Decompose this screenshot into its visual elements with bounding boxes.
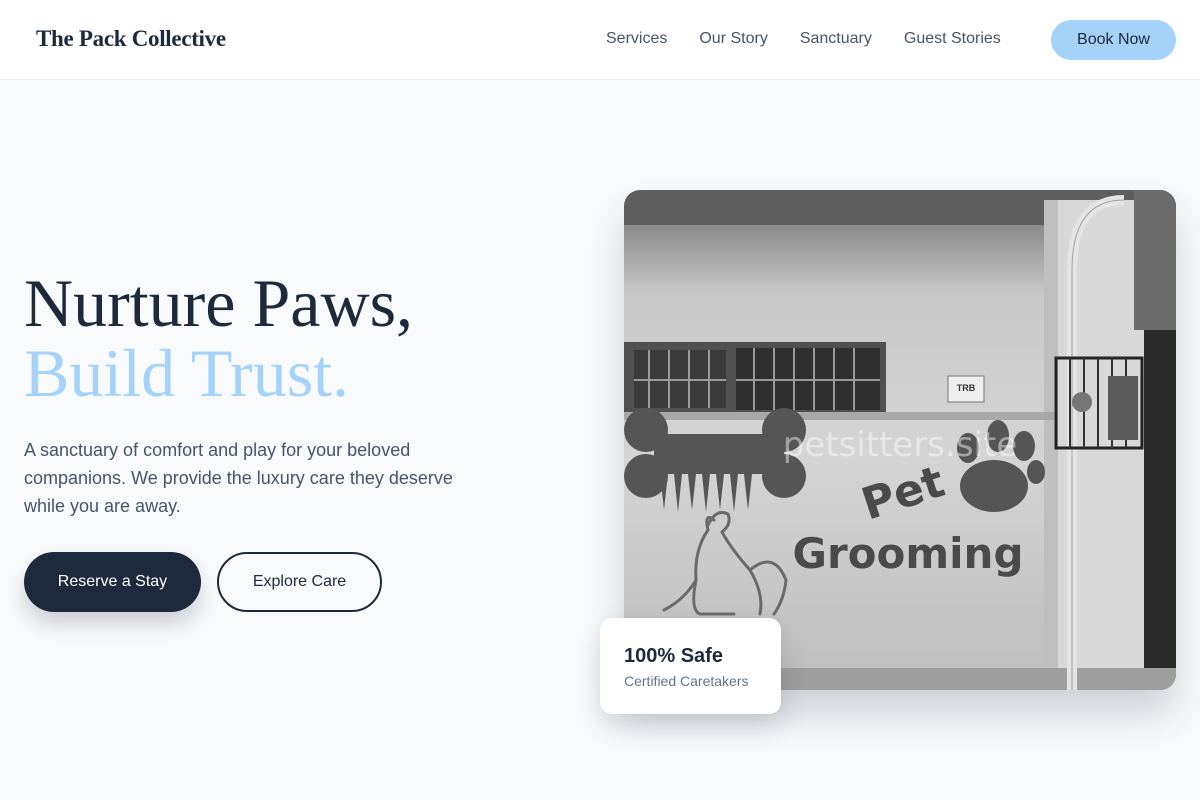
explore-care-button[interactable]: Explore Care [217,552,382,612]
badge-subtitle: Certified Caretakers [624,673,749,689]
hero-headline-line2: Build Trust. [24,335,350,411]
nav-item-guest-stories[interactable]: Guest Stories [904,29,1001,49]
hero-photo: TRB Pet Grooming petsitters.site [624,190,1176,690]
reserve-stay-button[interactable]: Reserve a Stay [24,552,201,612]
photo-watermark: petsitters.site [783,425,1017,465]
hero-headline-line1: Nurture Paws, [24,265,414,341]
brand-logo[interactable]: The Pack Collective [36,26,226,52]
nav-item-sanctuary[interactable]: Sanctuary [800,29,872,49]
wall-text-grooming: Grooming [792,529,1023,578]
badge-title: 100% Safe [624,645,723,667]
hero-subtitle: A sanctuary of comfort and play for your… [24,440,453,516]
hero-headline: Nurture Paws, Build Trust. [24,268,413,408]
safety-badge-card: 100% Safe Certified Caretakers [600,618,781,714]
pet-grooming-wall-image: TRB Pet Grooming petsitters.site [624,190,1176,690]
main-nav: Services Our Story Sanctuary Guest Stori… [606,29,1001,49]
nav-item-services[interactable]: Services [606,29,667,49]
book-now-button[interactable]: Book Now [1051,20,1176,60]
nav-item-our-story[interactable]: Our Story [699,29,767,49]
sign-sticker-text: TRB [957,383,976,393]
site-header: The Pack Collective Services Our Story S… [0,0,1200,80]
